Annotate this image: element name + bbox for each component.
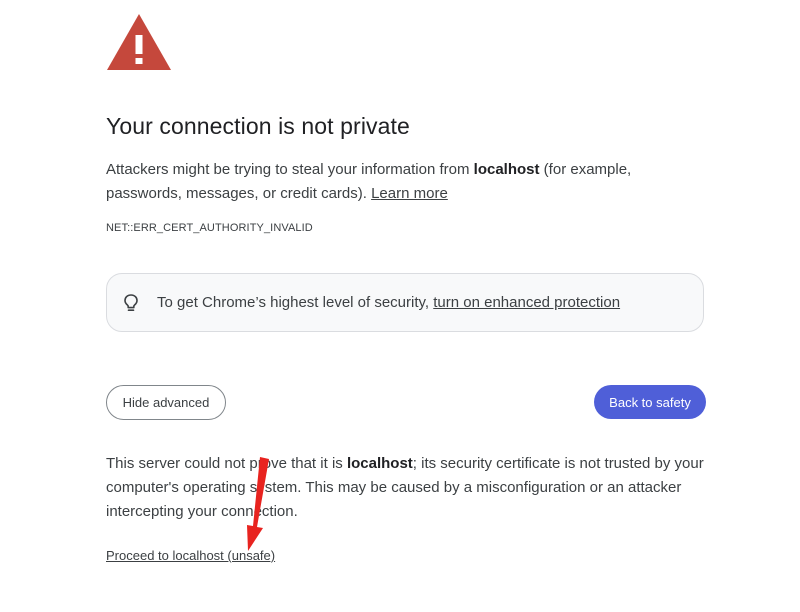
hide-advanced-button[interactable]: Hide advanced	[106, 385, 226, 420]
interstitial-page: Your connection is not private Attackers…	[0, 0, 800, 612]
intro-host: localhost	[473, 161, 540, 178]
error-code: NET::ERR_CERT_AUTHORITY_INVALID	[106, 222, 313, 234]
details-host: localhost	[346, 455, 413, 472]
tip-label: To get Chrome’s highest level of securit…	[157, 294, 434, 311]
details-text: This server could not prove that it is	[106, 455, 347, 472]
intro-paragraph: Attackers might be trying to steal your …	[106, 158, 666, 206]
warning-triangle-icon	[107, 14, 171, 70]
page-title: Your connection is not private	[106, 113, 410, 139]
intro-text: Attackers might be trying to steal your …	[106, 161, 474, 178]
tip-text: To get Chrome’s highest level of securit…	[157, 294, 620, 311]
lightbulb-icon	[124, 294, 138, 312]
advanced-details-paragraph: This server could not prove that it is l…	[106, 452, 706, 524]
enhanced-protection-link[interactable]: turn on enhanced protection	[433, 294, 620, 311]
back-to-safety-button[interactable]: Back to safety	[594, 385, 706, 419]
proceed-unsafe-link[interactable]: Proceed to localhost (unsafe)	[106, 548, 275, 563]
enhanced-protection-tip: To get Chrome’s highest level of securit…	[106, 273, 704, 332]
learn-more-link[interactable]: Learn more	[371, 185, 448, 202]
